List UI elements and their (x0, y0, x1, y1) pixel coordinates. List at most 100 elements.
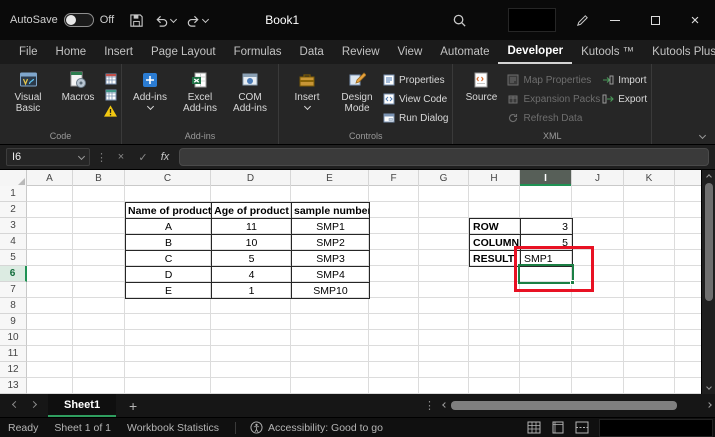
column-header-k[interactable]: K (624, 170, 675, 186)
column-header-h[interactable]: H (469, 170, 520, 186)
column-header-d[interactable]: D (211, 170, 291, 186)
map-properties-button[interactable]: Map Properties (507, 72, 600, 88)
maximize-button[interactable] (635, 0, 675, 40)
fill-handle[interactable] (570, 280, 575, 285)
row-header-2[interactable]: 2 (0, 202, 27, 218)
column-header-f[interactable]: F (369, 170, 419, 186)
tab-file[interactable]: File (10, 40, 47, 64)
horizontal-scrollbar[interactable] (443, 400, 715, 412)
tab-home[interactable]: Home (47, 40, 96, 64)
cell-d2[interactable]: Age of product (212, 203, 292, 219)
column-header-g[interactable]: G (419, 170, 469, 186)
row-header-7[interactable]: 7 (0, 282, 27, 298)
addins-button[interactable]: Add-ins (126, 68, 174, 112)
cell-d5[interactable]: 5 (212, 251, 292, 267)
cell-c5[interactable]: C (126, 251, 212, 267)
tab-kutools-plus[interactable]: Kutools Plus (643, 40, 715, 64)
cell-h5-result-label[interactable]: RESULT (470, 251, 521, 267)
row-header-11[interactable]: 11 (0, 346, 27, 362)
column-header-b[interactable]: B (73, 170, 125, 186)
cancel-entry-button[interactable]: × (113, 151, 129, 163)
column-header-c[interactable]: C (125, 170, 211, 186)
tab-data[interactable]: Data (291, 40, 333, 64)
relative-references-icon[interactable] (104, 88, 117, 101)
spreadsheet-grid[interactable]: A B C D E F G H I J K 1 2 3 4 5 6 7 8 9 (0, 170, 715, 394)
excel-addins-button[interactable]: Excel Add-ins (176, 68, 224, 117)
macro-security-icon[interactable] (104, 104, 117, 117)
refresh-data-button[interactable]: Refresh Data (507, 110, 600, 126)
cell-e3[interactable]: SMP1 (292, 219, 370, 235)
properties-button[interactable]: Properties (383, 72, 448, 88)
row-header-12[interactable]: 12 (0, 362, 27, 378)
cell-e7[interactable]: SMP10 (292, 283, 370, 299)
cell-c7[interactable]: E (126, 283, 212, 299)
grid-canvas[interactable]: 1 2 3 4 5 6 7 8 9 10 11 12 13 Name of pr… (0, 186, 701, 394)
select-all-corner[interactable] (0, 170, 27, 186)
tab-insert[interactable]: Insert (95, 40, 142, 64)
cell-c4[interactable]: B (126, 235, 212, 251)
com-addins-button[interactable]: COM Add-ins (226, 68, 274, 117)
tab-formulas[interactable]: Formulas (225, 40, 291, 64)
horizontal-scroll-thumb[interactable] (451, 401, 677, 410)
name-box[interactable]: I6 (6, 148, 90, 166)
scroll-right-arrow[interactable] (706, 402, 712, 408)
horizontal-scroll-track[interactable] (451, 400, 703, 412)
cell-e5[interactable]: SMP3 (292, 251, 370, 267)
tab-review[interactable]: Review (333, 40, 389, 64)
row-header-5[interactable]: 5 (0, 250, 27, 266)
export-button[interactable]: Export (602, 91, 647, 107)
cell-i3-row-value[interactable]: 3 (521, 219, 573, 235)
run-dialog-button[interactable]: Run Dialog (383, 110, 448, 126)
cell-e2[interactable]: sample number (292, 203, 370, 219)
undo-button[interactable] (149, 7, 181, 33)
cell-d6[interactable]: 4 (212, 267, 292, 283)
save-button[interactable] (124, 7, 149, 33)
cell-c2[interactable]: Name of product (126, 203, 212, 219)
column-header-i-selected[interactable]: I (520, 170, 572, 186)
sheet-bar-menu[interactable]: ⋮ (416, 399, 443, 412)
row-header-1[interactable]: 1 (0, 186, 27, 202)
accessibility-status[interactable]: Accessibility: Good to go (250, 421, 383, 434)
autosave-toggle[interactable]: AutoSave Off (10, 13, 114, 27)
collapse-ribbon-caret[interactable] (699, 132, 706, 139)
vertical-scroll-thumb[interactable] (705, 183, 713, 301)
redo-button[interactable] (181, 7, 213, 33)
row-header-13[interactable]: 13 (0, 378, 27, 394)
expansion-packs-button[interactable]: Expansion Packs (507, 91, 600, 107)
confirm-entry-button[interactable]: ✓ (135, 151, 151, 164)
sheet-tab-sheet1[interactable]: Sheet1 (48, 394, 116, 417)
cell-e4[interactable]: SMP2 (292, 235, 370, 251)
search-button[interactable] (447, 7, 472, 33)
cell-e6[interactable]: SMP4 (292, 267, 370, 283)
scroll-up-arrow[interactable] (706, 174, 712, 180)
row-header-3[interactable]: 3 (0, 218, 27, 234)
cell-c3[interactable]: A (126, 219, 212, 235)
formula-input[interactable] (179, 148, 709, 166)
row-header-6-selected[interactable]: 6 (0, 266, 27, 282)
close-button[interactable]: × (675, 0, 715, 40)
column-header-partial[interactable] (675, 170, 701, 186)
cell-c6[interactable]: D (126, 267, 212, 283)
cell-h3-row-label[interactable]: ROW (470, 219, 521, 235)
page-break-view-icon[interactable] (575, 421, 589, 434)
row-header-8[interactable]: 8 (0, 298, 27, 314)
insert-control-button[interactable]: Insert (283, 68, 331, 112)
tab-kutools[interactable]: Kutools ™ (572, 40, 643, 64)
tab-developer[interactable]: Developer (498, 40, 572, 64)
view-code-button[interactable]: View Code (383, 91, 448, 107)
cell-d3[interactable]: 11 (212, 219, 292, 235)
column-header-e[interactable]: E (291, 170, 369, 186)
tab-page-layout[interactable]: Page Layout (142, 40, 225, 64)
macros-button[interactable]: Macros (54, 68, 102, 106)
cell-h4-column-label[interactable]: COLUMN (470, 235, 521, 251)
row-header-9[interactable]: 9 (0, 314, 27, 330)
cell-d7[interactable]: 1 (212, 283, 292, 299)
editing-mode-button[interactable] (570, 7, 595, 33)
page-layout-view-icon[interactable] (551, 421, 565, 434)
visual-basic-button[interactable]: Visual Basic (4, 68, 52, 117)
new-sheet-button[interactable]: + (122, 394, 144, 417)
minimize-button[interactable] (595, 0, 635, 40)
autosave-switch[interactable] (64, 13, 94, 27)
import-button[interactable]: Import (602, 72, 647, 88)
tab-view[interactable]: View (389, 40, 432, 64)
